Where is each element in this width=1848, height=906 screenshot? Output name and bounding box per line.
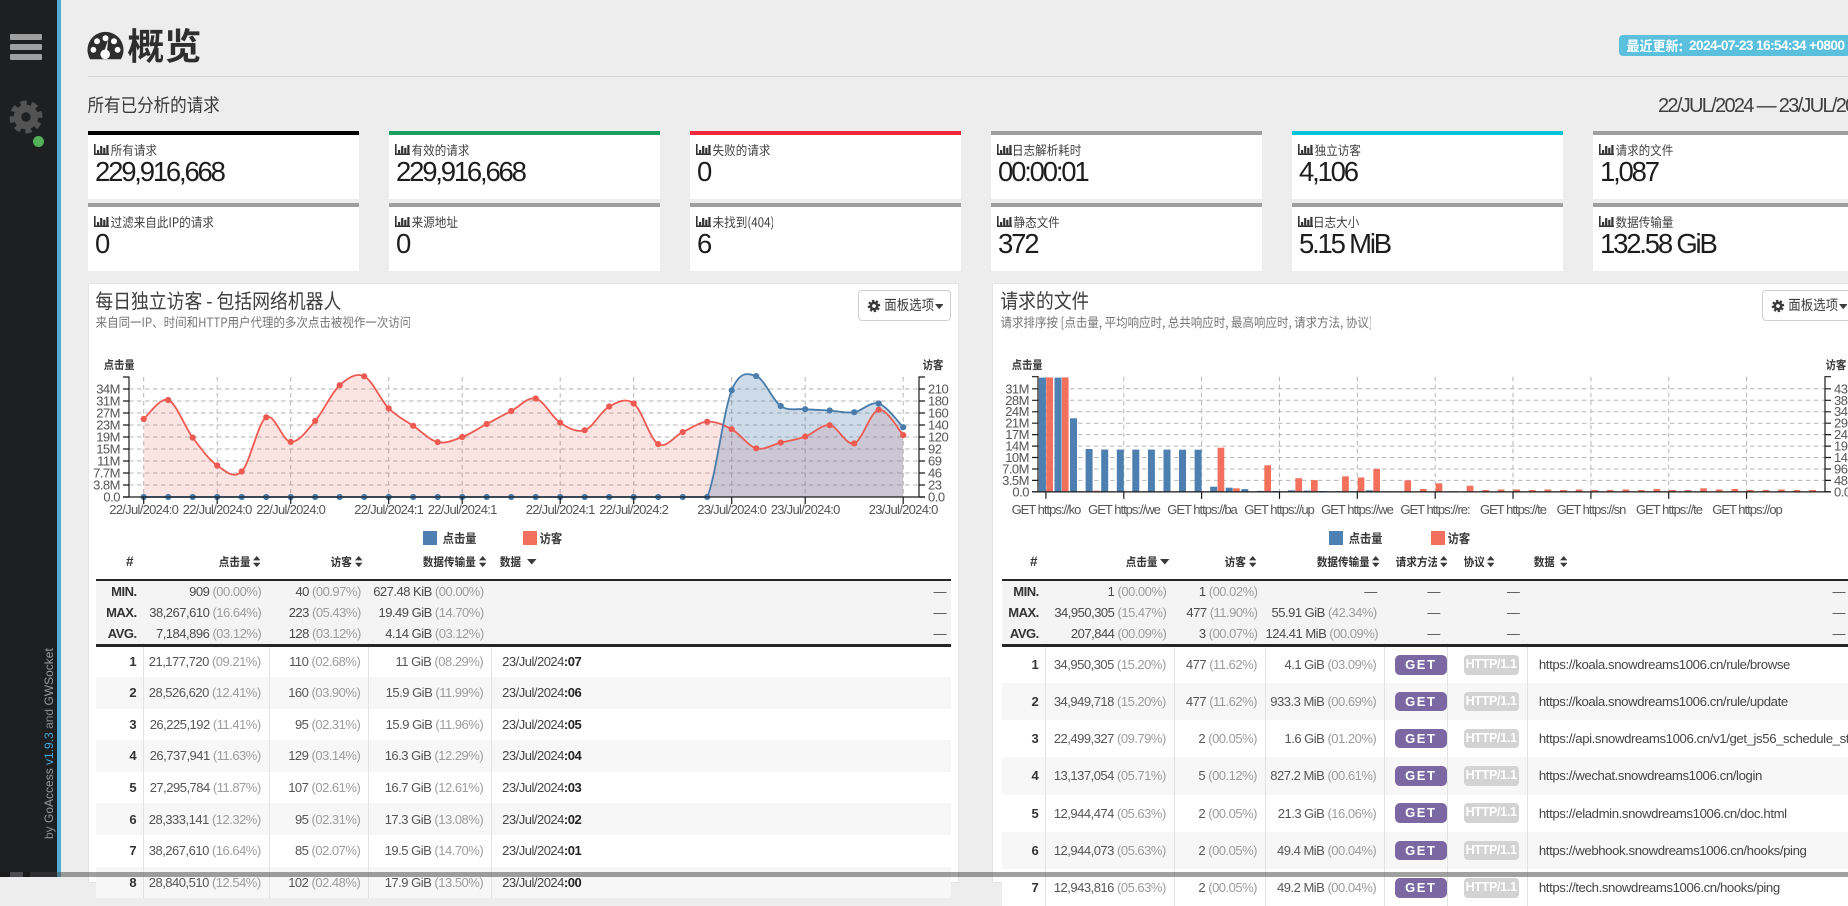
svg-text:34M: 34M [96,382,120,397]
svg-text:GET https://we: GET https://we [1088,502,1161,517]
svg-text:GET https://te: GET https://te [1480,502,1547,517]
svg-text:GET https://ba: GET https://ba [1167,502,1238,517]
svg-text:23/Jul/2024:0: 23/Jul/2024:0 [869,502,938,517]
svg-text:GET https://op: GET https://op [1712,502,1782,517]
svg-text:23/Jul/2024:0: 23/Jul/2024:0 [697,502,766,517]
svg-text:23/Jul/2024:0: 23/Jul/2024:0 [771,502,840,517]
svg-text:GET https://re:: GET https://re: [1400,502,1470,517]
svg-text:430: 430 [1834,381,1848,396]
svg-text:GET https://te: GET https://te [1636,502,1703,517]
svg-text:GET https://sn: GET https://sn [1557,502,1627,517]
svg-text:22/Jul/2024:1: 22/Jul/2024:1 [354,502,423,517]
svg-text:GET https://up: GET https://up [1244,502,1314,517]
svg-text:31M: 31M [1005,381,1029,396]
svg-text:22/Jul/2024:0: 22/Jul/2024:0 [183,502,252,517]
svg-text:22/Jul/2024:0: 22/Jul/2024:0 [256,502,325,517]
svg-text:22/Jul/2024:1: 22/Jul/2024:1 [428,502,497,517]
svg-text:GET https://we: GET https://we [1321,502,1394,517]
svg-text:22/Jul/2024:1: 22/Jul/2024:1 [526,502,595,517]
svg-text:22/Jul/2024:0: 22/Jul/2024:0 [109,502,178,517]
svg-text:GET https://ko: GET https://ko [1012,502,1082,517]
svg-text:22/Jul/2024:2: 22/Jul/2024:2 [599,502,668,517]
svg-text:210: 210 [928,382,948,397]
